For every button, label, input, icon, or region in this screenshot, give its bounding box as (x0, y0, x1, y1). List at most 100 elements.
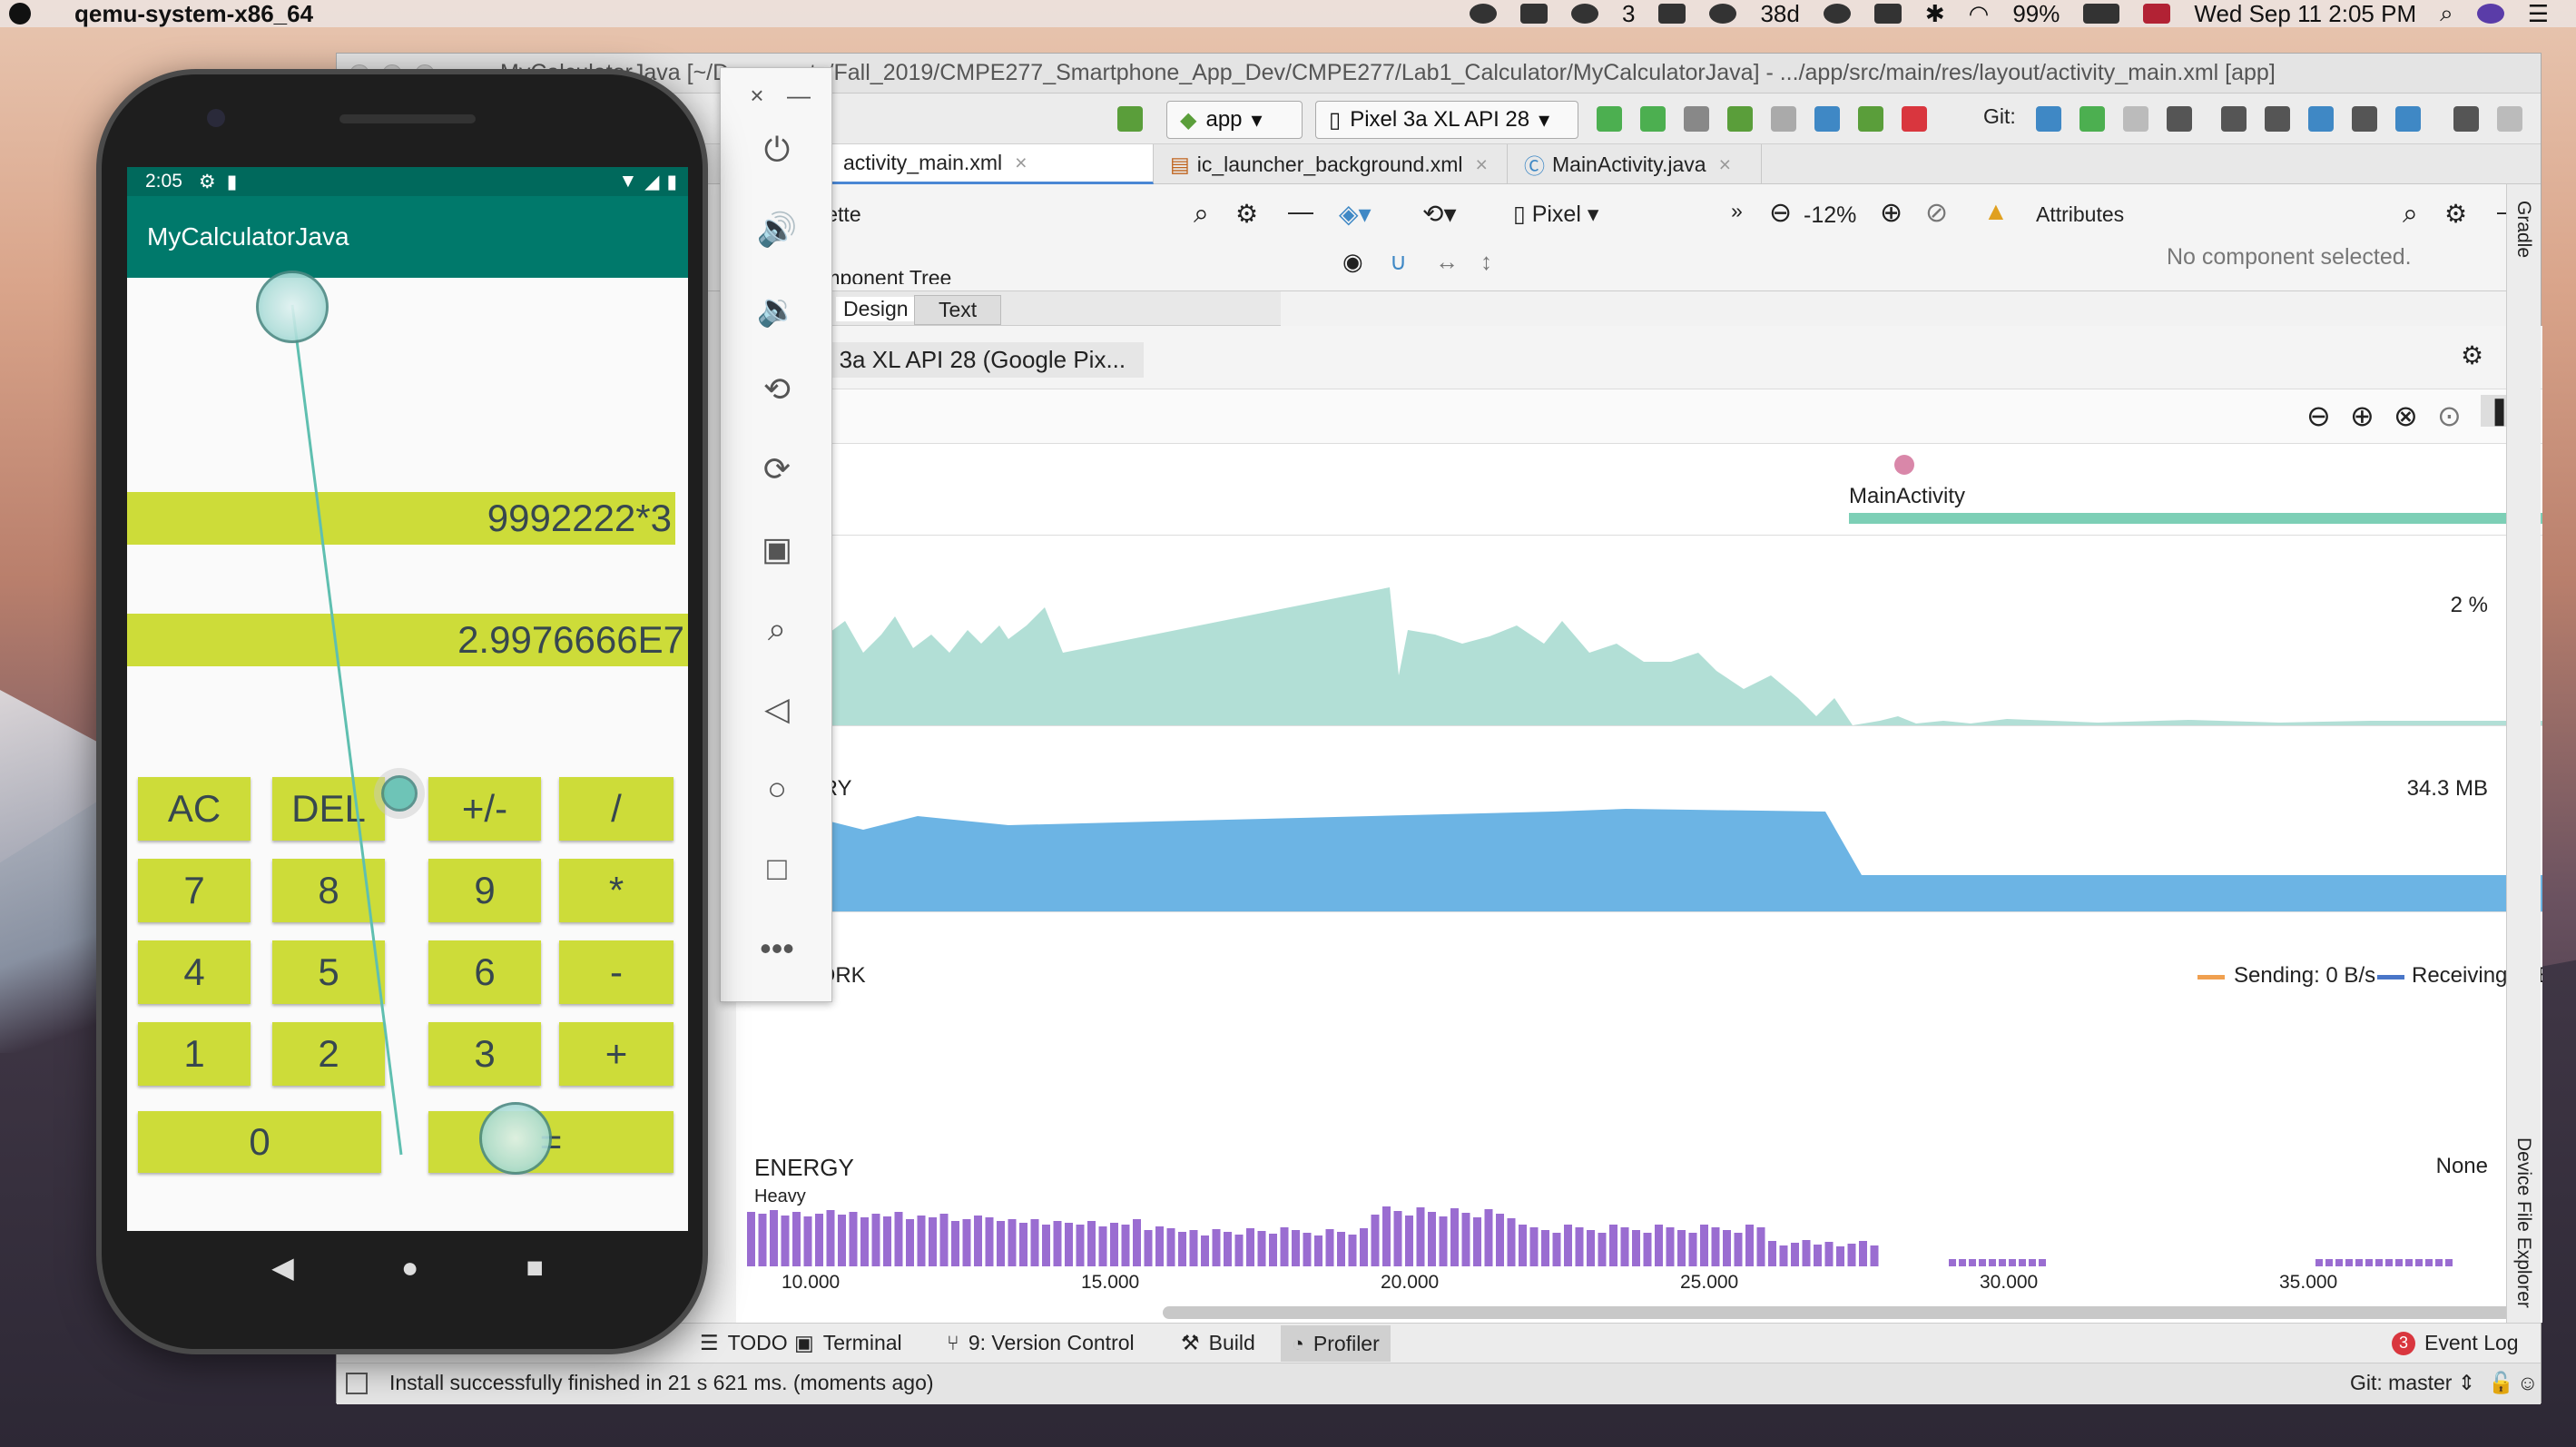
tool-version-control[interactable]: ⑂ 9: Version Control (947, 1331, 1135, 1355)
more-icon[interactable]: ••• (759, 930, 795, 967)
logcat-icon[interactable] (1684, 106, 1709, 132)
close-icon[interactable]: × (1719, 153, 1731, 177)
git-update-icon[interactable] (2036, 106, 2061, 132)
rotate-right-icon[interactable]: ⟳ (759, 450, 795, 487)
module-select[interactable]: ◆ app ▾ (1166, 101, 1303, 139)
stop-icon[interactable] (1902, 106, 1927, 132)
gear-icon[interactable]: ⚙ (1235, 199, 1258, 229)
wechat-icon[interactable] (1570, 4, 1598, 24)
apply-code-changes-icon[interactable] (1640, 106, 1666, 132)
layers-icon[interactable]: ◈▾ (1339, 199, 1372, 229)
avd-manager-icon[interactable] (2265, 106, 2290, 132)
event-log-button[interactable]: 3 Event Log (2392, 1331, 2519, 1355)
apply-changes-icon[interactable] (1597, 106, 1622, 132)
search-icon[interactable]: ⌕ (2403, 199, 2418, 230)
spotlight-icon[interactable]: ⌕ (2440, 0, 2453, 28)
wifi-icon[interactable]: ◠ (1969, 0, 1990, 28)
sync-gradle-icon[interactable] (2308, 106, 2334, 132)
home-icon[interactable]: ○ (759, 770, 795, 807)
close-icon[interactable]: × (739, 77, 775, 113)
home-icon[interactable] (1873, 4, 1902, 24)
zoom-in-icon[interactable]: ⊕ (2350, 399, 2374, 433)
git-branch[interactable]: Git: master ⇕ (2350, 1371, 2475, 1395)
layout-inspector-icon[interactable] (2395, 106, 2421, 132)
tab-design[interactable]: Design (836, 297, 916, 321)
gear-icon[interactable]: ⚙ (2444, 199, 2467, 229)
tool-terminal[interactable]: ▣ Terminal (794, 1331, 902, 1355)
hammer-icon[interactable] (1117, 106, 1143, 132)
tab-activity-main[interactable]: activity_main.xml × (827, 144, 1154, 184)
attach-icon[interactable]: ⊙ (2437, 399, 2462, 433)
zoom-fit-icon[interactable]: ⊘ (1925, 197, 1948, 229)
zoom-out-icon[interactable]: ⊖ (1769, 197, 1792, 229)
reset-zoom-icon[interactable]: ⊗ (2394, 399, 2418, 433)
search-icon[interactable]: ⌕ (1194, 199, 1209, 230)
debug-icon[interactable] (1727, 106, 1753, 132)
siri-icon[interactable] (2476, 4, 2504, 24)
rotate-left-icon[interactable]: ⟲ (759, 370, 795, 408)
back-icon[interactable]: ◁ (759, 690, 795, 727)
volume-down-icon[interactable]: 🔉 (757, 290, 798, 328)
evernote-icon[interactable] (1519, 4, 1548, 24)
inspector-icon[interactable]: ☺ (2517, 1371, 2538, 1395)
orientation-icon[interactable]: ⟲▾ (1422, 199, 1457, 229)
zoom-in-icon[interactable]: ⊕ (1880, 197, 1903, 229)
tool-todo[interactable]: ☰ TODO (700, 1331, 788, 1355)
temperature-icon[interactable] (1709, 4, 1737, 24)
zoom-icon[interactable]: ⌕ (759, 610, 795, 647)
timeline-scrollbar[interactable] (1163, 1306, 2533, 1319)
overview-icon[interactable]: □ (759, 850, 795, 887)
status-window-icon[interactable] (346, 1373, 368, 1394)
minimize-icon[interactable]: — (1288, 197, 1313, 226)
magnet-icon[interactable]: ∪ (1390, 248, 1407, 276)
sdk-manager-icon[interactable] (2352, 106, 2377, 132)
search-everywhere-icon[interactable] (2453, 106, 2479, 132)
bi-icon[interactable] (1658, 4, 1686, 24)
close-icon[interactable]: × (1476, 153, 1488, 177)
tab-ic-launcher-background[interactable]: ▤ ic_launcher_background.xml × (1154, 144, 1508, 184)
git-history-icon[interactable] (2123, 106, 2148, 132)
git-commit-icon[interactable] (2079, 106, 2105, 132)
device-select[interactable]: ▯ Pixel 3a XL API 28 ▾ (1315, 101, 1578, 139)
apple-icon[interactable] (9, 3, 31, 25)
zoom-out-icon[interactable]: ⊖ (2306, 399, 2331, 433)
datetime[interactable]: Wed Sep 11 2:05 PM (2194, 0, 2416, 28)
camera-icon[interactable]: ▣ (759, 530, 795, 567)
volume-up-icon[interactable]: 🔊 (757, 211, 798, 248)
power-icon[interactable]: ⏻ (759, 131, 795, 168)
profile-icon[interactable] (1814, 106, 1840, 132)
overview-icon[interactable]: ■ (526, 1251, 544, 1285)
user-icon[interactable] (2497, 106, 2522, 132)
tick-label: 35.000 (2279, 1272, 2338, 1293)
bluetooth-icon[interactable]: ✱ (1925, 0, 1945, 28)
tab-main-activity[interactable]: Ⓒ MainActivity.java × (1508, 144, 1762, 184)
attach-debugger-icon[interactable] (1858, 106, 1883, 132)
home-icon[interactable]: ● (401, 1251, 418, 1285)
menu-list-icon[interactable]: ☰ (2528, 0, 2549, 28)
git-rollback-icon[interactable] (2167, 106, 2192, 132)
tool-profiler[interactable]: ◔ Profiler (1281, 1325, 1391, 1362)
eye-icon[interactable]: ◉ (1342, 248, 1363, 276)
globe-icon[interactable] (1823, 4, 1851, 24)
back-icon[interactable]: ◀ (271, 1250, 294, 1285)
menubar-app-name[interactable]: qemu-system-x86_64 (74, 0, 313, 28)
minimize-icon[interactable]: — (781, 77, 817, 113)
warning-icon[interactable]: ▲ (1983, 197, 2009, 226)
close-icon[interactable]: × (1015, 151, 1027, 175)
eye-icon[interactable] (1469, 4, 1497, 24)
project-structure-icon[interactable] (2221, 106, 2247, 132)
horizontal-icon[interactable]: ↔ (1435, 248, 1459, 276)
energy-bar (792, 1212, 801, 1266)
coverage-icon[interactable] (1771, 106, 1796, 132)
gradle-tool[interactable]: Gradle (2512, 201, 2534, 258)
tab-text[interactable]: Text (914, 295, 1002, 325)
tool-build[interactable]: ⚒ Build (1181, 1331, 1255, 1355)
battery-icon[interactable] (2083, 4, 2120, 24)
flag-icon[interactable] (2143, 4, 2171, 24)
more-icon[interactable]: » (1731, 199, 1743, 223)
vertical-icon[interactable]: ↕ (1480, 248, 1492, 276)
lock-icon[interactable]: 🔓 (2488, 1371, 2514, 1395)
device-dropdown[interactable]: ▯ Pixel ▾ (1513, 201, 1598, 228)
device-file-explorer-tool[interactable]: Device File Explorer (2512, 1137, 2534, 1308)
gear-icon[interactable]: ⚙ (2461, 340, 2483, 370)
